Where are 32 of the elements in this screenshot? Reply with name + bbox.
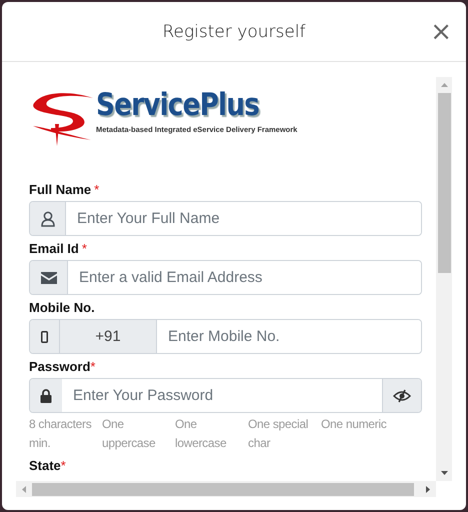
required-mark: *	[60, 458, 66, 472]
required-mark: *	[94, 182, 100, 196]
input-field[interactable]: Enter Your Password	[29, 378, 422, 413]
scroll-right-icon[interactable]	[426, 486, 430, 492]
scroll-up-icon[interactable]	[440, 83, 448, 87]
horizontal-scrollbar[interactable]	[16, 481, 436, 497]
field-label: Email Id	[29, 240, 79, 256]
scroll-left-icon[interactable]	[22, 486, 26, 492]
user-icon	[40, 210, 54, 226]
password-hint: One uppercase	[102, 416, 156, 452]
close-button[interactable]: ×	[430, 20, 452, 44]
required-mark: *	[82, 240, 87, 256]
logo-wordmark: ServicePlus	[96, 86, 260, 125]
lock-icon	[40, 388, 52, 402]
field-label: Password	[29, 358, 90, 374]
field-label: State	[29, 458, 61, 472]
field-label: Mobile No.	[29, 300, 95, 314]
phone-icon	[41, 330, 48, 342]
scroll-down-icon[interactable]	[440, 471, 448, 475]
password-hint: One numeric	[321, 416, 388, 433]
envelope-icon	[40, 272, 56, 284]
country-code: +91	[60, 320, 157, 353]
field-label: Full Name	[29, 182, 92, 196]
input-field[interactable]: +91 Enter Mobile No.	[29, 319, 422, 354]
vertical-scrollbar[interactable]	[436, 77, 452, 481]
eye-slash-icon[interactable]	[393, 388, 411, 402]
required-mark: *	[90, 358, 96, 374]
modal-title: Register yourself	[162, 22, 306, 42]
password-hint: One lowercase	[175, 416, 228, 452]
password-hint: 8 characters min.	[29, 416, 92, 452]
password-hint: One special char	[248, 416, 310, 452]
input-field[interactable]: Enter a valid Email Address	[29, 260, 422, 295]
